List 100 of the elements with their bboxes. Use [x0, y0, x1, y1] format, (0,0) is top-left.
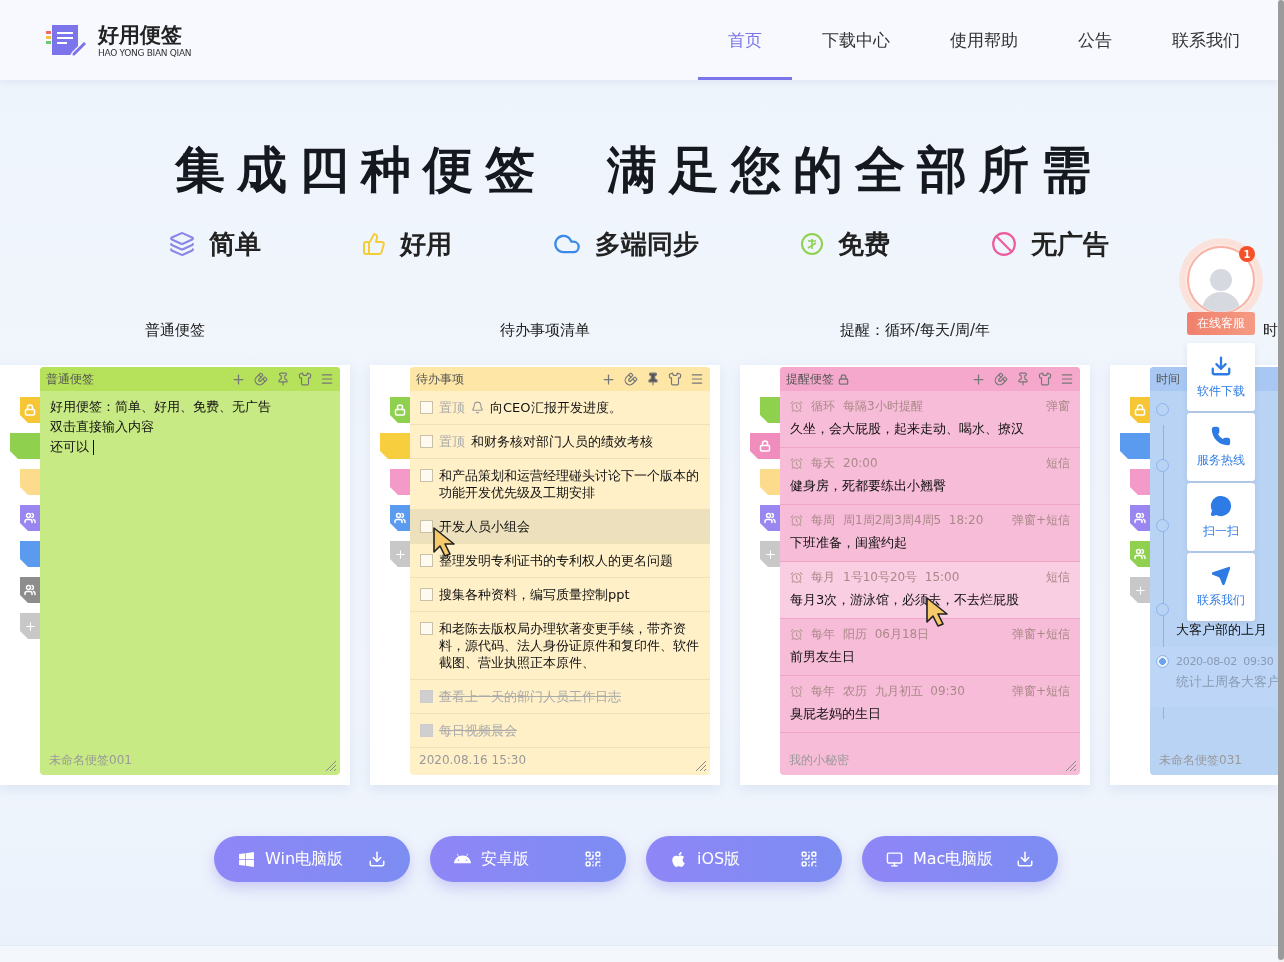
color-tab[interactable]: [1130, 397, 1150, 423]
color-tab[interactable]: [760, 541, 780, 567]
color-tab[interactable]: [390, 541, 410, 567]
checkbox[interactable]: [420, 435, 433, 448]
pin-icon[interactable]: [276, 372, 290, 386]
pin-icon[interactable]: [646, 372, 660, 386]
apple-icon: [670, 850, 687, 868]
logo-icon: [46, 23, 90, 57]
menu-icon[interactable]: [320, 372, 334, 386]
side-panel-link[interactable]: 服务热线: [1187, 413, 1255, 481]
checkbox[interactable]: [420, 690, 433, 703]
checkbox[interactable]: [420, 401, 433, 414]
users-icon: [394, 512, 406, 524]
side-panel-link[interactable]: 软件下载: [1187, 343, 1255, 411]
reminder-row[interactable]: 每年 农历 九月初五 09:30 弹窗+短信 臭屁老妈的生日: [780, 676, 1080, 733]
todo-row[interactable]: 置顶 向CEO汇报开发进度。: [410, 391, 710, 425]
nav-link[interactable]: 使用帮助: [920, 0, 1048, 80]
qr-code-icon: [800, 850, 818, 868]
plus-icon: [763, 547, 777, 561]
todo-row[interactable]: 整理发明专利证书的专利权人的更名问题: [410, 544, 710, 578]
todo-row[interactable]: 搜集各种资料，编写质量控制ppt: [410, 578, 710, 612]
magnet-icon[interactable]: [994, 372, 1008, 386]
reminder-row[interactable]: 每天 20:00 短信 健身房，死都要练出小翘臀: [780, 448, 1080, 505]
nav-link[interactable]: 首页: [698, 0, 792, 80]
color-tab[interactable]: [20, 469, 40, 495]
shirt-icon[interactable]: [298, 372, 312, 386]
color-tab[interactable]: [20, 613, 40, 639]
color-tab[interactable]: [20, 577, 40, 603]
todo-text: 每日视频晨会: [439, 722, 517, 739]
note-text: 还可以: [50, 438, 89, 456]
menu-icon[interactable]: [1060, 372, 1074, 386]
checkbox[interactable]: [420, 469, 433, 482]
checkbox[interactable]: [420, 588, 433, 601]
nav-link[interactable]: 下载中心: [792, 0, 920, 80]
color-tab[interactable]: [10, 433, 40, 459]
note-footer: 未命名便签031: [1159, 751, 1242, 769]
note-footer: 未命名便签001: [49, 751, 132, 769]
lock-icon: [759, 440, 771, 452]
todo-text: 和老陈去版权局办理软著变更手续，带齐资料，源代码、法人身份证原件和复印件、软件截图、营业执照正本原件、: [439, 620, 700, 671]
menu-icon[interactable]: [690, 372, 704, 386]
alarm-icon: [790, 513, 803, 527]
add-icon[interactable]: [231, 371, 246, 387]
color-tab[interactable]: [760, 469, 780, 495]
headline: 满足您的全部所需: [607, 140, 1103, 200]
note-title: 待办事项: [416, 370, 464, 388]
note-text: 双击直接输入内容: [50, 418, 154, 436]
alarm-icon: [790, 570, 803, 584]
pinned-tag: 置顶: [439, 399, 465, 416]
note-footer: 我的小秘密: [789, 751, 849, 769]
resize-grip-icon[interactable]: [323, 758, 337, 772]
nav-link[interactable]: 联系我们: [1142, 0, 1270, 80]
schedule-text: 1号10号20号 15:00: [843, 568, 960, 586]
color-tab[interactable]: [1130, 469, 1150, 495]
color-tab[interactable]: [390, 469, 410, 495]
color-tab[interactable]: [20, 397, 40, 423]
todo-row[interactable]: 置顶 和财务核对部门人员的绩效考核: [410, 425, 710, 459]
scrollbar[interactable]: [1278, 0, 1284, 962]
lock-icon: [24, 404, 36, 416]
color-tab[interactable]: [390, 505, 410, 531]
notify-channel: 弹窗: [1046, 397, 1070, 415]
magnet-icon[interactable]: [624, 372, 638, 386]
side-panel-link[interactable]: 联系我们: [1187, 553, 1255, 621]
no-ad-icon: [991, 231, 1017, 257]
add-icon[interactable]: [601, 371, 616, 387]
color-tab[interactable]: [390, 397, 410, 423]
feature-label: 多端同步: [595, 227, 699, 261]
download-icon: [368, 850, 386, 868]
resize-grip-icon[interactable]: [1063, 758, 1077, 772]
checkbox[interactable]: [420, 724, 433, 737]
add-icon[interactable]: [971, 371, 986, 387]
color-tab[interactable]: [20, 505, 40, 531]
shirt-icon[interactable]: [1038, 372, 1052, 386]
plus-icon: [23, 619, 37, 633]
feature-label: 无广告: [1031, 227, 1109, 261]
reminder-row[interactable]: 每年 阳历 06月18日 弹窗+短信 前男友生日: [780, 619, 1080, 676]
timeline-text: 大客户部的上月: [1176, 621, 1268, 639]
notification-badge: 1: [1239, 246, 1255, 262]
checkbox[interactable]: [420, 520, 433, 533]
color-tab[interactable]: [1120, 433, 1150, 459]
shirt-icon[interactable]: [668, 372, 682, 386]
color-tab[interactable]: [1130, 577, 1150, 603]
magnet-icon[interactable]: [254, 372, 268, 386]
headline: 集成四种便签: [175, 140, 547, 200]
color-tab[interactable]: [760, 397, 780, 423]
reminder-row[interactable]: 循环 每隔3小时提醒 弹窗 久坐，会大屁股，起来走动、喝水、撩汉: [780, 391, 1080, 448]
color-tab[interactable]: [1130, 505, 1150, 531]
avatar-placeholder: [1187, 246, 1255, 314]
color-tab[interactable]: [1130, 541, 1150, 567]
checkbox[interactable]: [420, 622, 433, 635]
nav-link[interactable]: 公告: [1048, 0, 1142, 80]
checkbox[interactable]: [420, 554, 433, 567]
todo-text: 和财务核对部门人员的绩效考核: [471, 433, 653, 450]
reminder-text: 前男友生日: [790, 648, 856, 666]
todo-row[interactable]: 和老陈去版权局办理软著变更手续，带齐资料，源代码、法人身份证原件和复印件、软件截图、营业执照正本原件、: [410, 612, 710, 680]
side-panel-link[interactable]: 扫一扫: [1187, 483, 1255, 551]
resize-grip-icon[interactable]: [693, 758, 707, 772]
color-tab[interactable]: [760, 505, 780, 531]
color-tab[interactable]: [750, 433, 780, 459]
color-tab[interactable]: [20, 541, 40, 567]
color-tab[interactable]: [380, 433, 410, 459]
